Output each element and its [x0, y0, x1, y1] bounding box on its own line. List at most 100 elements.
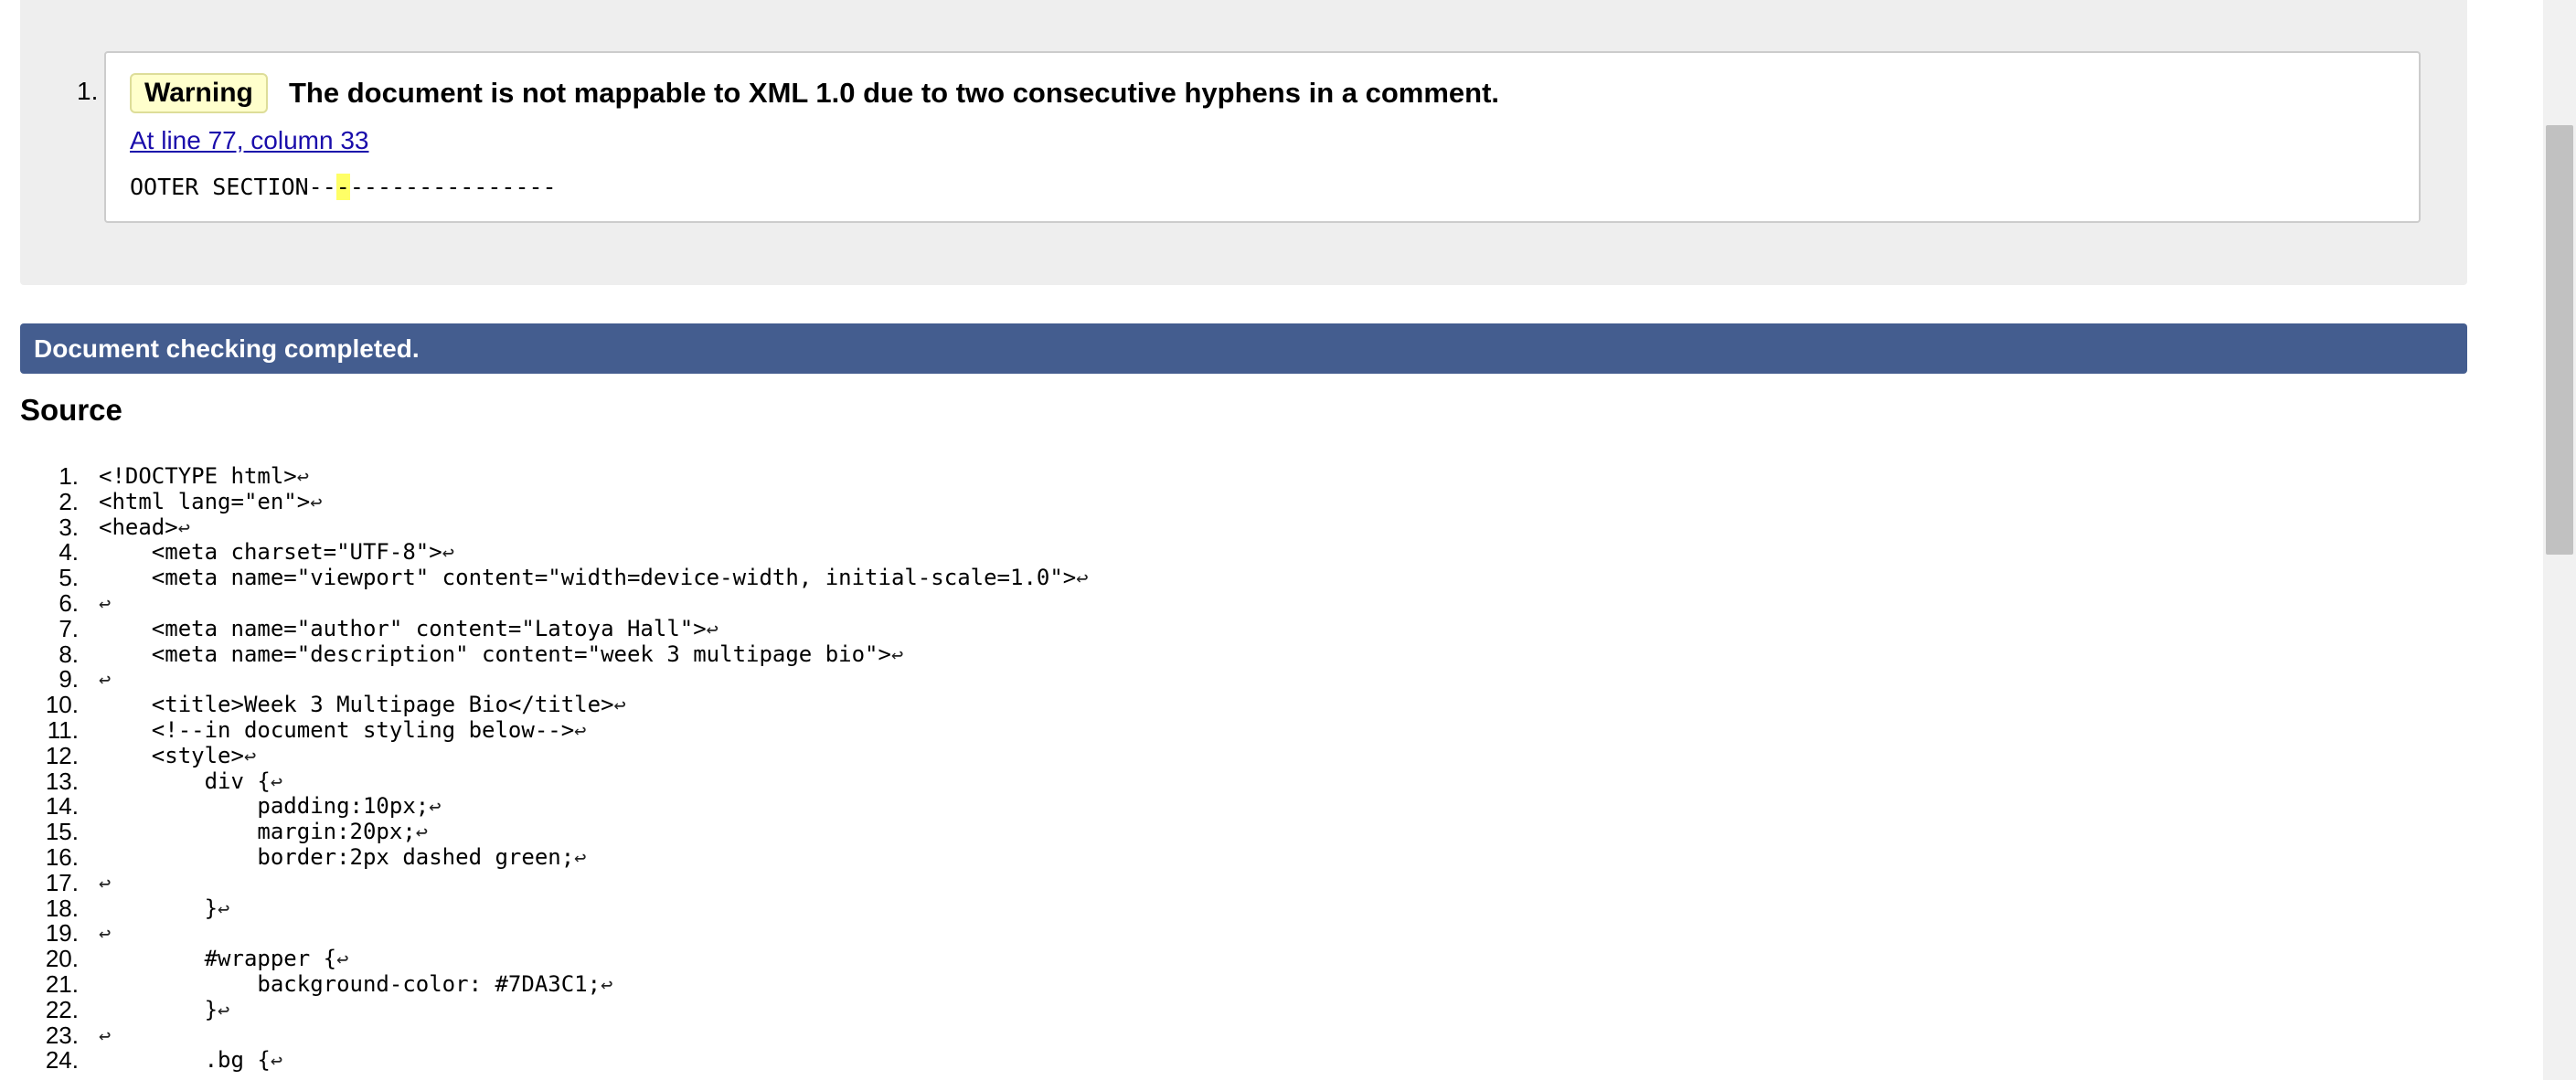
line-end-icon: ↩ [601, 973, 613, 997]
line-end-icon: ↩ [99, 592, 112, 616]
source-line-text: <meta charset="UTF-8"> [99, 539, 442, 566]
line-end-icon: ↩ [99, 669, 112, 693]
source-line-code: <title>Week 3 Multipage Bio</title>↩ [99, 692, 626, 719]
source-line-code: <!DOCTYPE html>↩ [99, 463, 309, 491]
source-line-text: margin:20px; [99, 819, 416, 845]
source-line-text: <style> [99, 742, 244, 768]
source-line-number: 19. [45, 919, 79, 948]
source-line: 15. margin:20px;↩ [0, 818, 2468, 846]
source-line-code: }↩ [99, 996, 230, 1024]
source-line-number: 8. [59, 640, 79, 668]
source-line: 19. ↩ [0, 921, 2468, 947]
source-line-number: 20. [45, 945, 79, 973]
source-line: 7. <meta name="author" content="Latoya H… [0, 614, 2468, 643]
source-line-text: } [99, 895, 218, 921]
source-line: 17. ↩ [0, 870, 2468, 897]
source-line: 5. <meta name="viewport" content="width=… [0, 565, 2468, 591]
line-end-icon: ↩ [706, 618, 719, 641]
source-line-number: 2. [59, 487, 79, 515]
source-line-code: <meta charset="UTF-8">↩ [99, 539, 454, 566]
source-heading: Source [20, 393, 122, 427]
source-line-text: <!DOCTYPE html> [99, 463, 297, 489]
source-line-code: ↩ [99, 667, 111, 694]
line-end-icon: ↩ [574, 719, 587, 743]
source-line-number: 22. [45, 995, 79, 1023]
source-line-code: <head>↩ [99, 514, 190, 542]
source-line-number: 4. [59, 538, 79, 566]
source-line-number: 10. [45, 691, 79, 719]
source-line-text: div { [99, 768, 271, 794]
source-line-code: <!--in document styling below-->↩ [99, 717, 587, 745]
source-line: 24. .bg {↩ [0, 1046, 2468, 1075]
source-line-text: <title>Week 3 Multipage Bio</title> [99, 692, 614, 718]
source-line: 1. <!DOCTYPE html>↩ [0, 463, 2468, 491]
message-number: 1. [77, 77, 99, 105]
source-line-text: } [99, 996, 218, 1022]
warning-message-text: The document is not mappable to XML 1.0 … [289, 77, 1500, 109]
source-line-number: 16. [45, 842, 79, 871]
source-line: 14. padding:10px;↩ [0, 793, 2468, 821]
source-line-number: 12. [45, 741, 79, 769]
source-line: 20. #wrapper {↩ [0, 945, 2468, 973]
source-line-code: ↩ [99, 1023, 111, 1050]
source-line-code: <html lang="en">↩ [99, 488, 323, 516]
line-end-icon: ↩ [99, 872, 112, 895]
source-line: 2. <html lang="en">↩ [0, 487, 2468, 516]
line-end-icon: ↩ [99, 1024, 112, 1048]
line-end-icon: ↩ [613, 694, 626, 718]
source-line-number: 3. [59, 513, 79, 541]
line-end-icon: ↩ [1076, 567, 1089, 591]
source-line-number: 7. [59, 614, 79, 642]
source-line: 6. ↩ [0, 588, 2468, 617]
line-end-icon: ↩ [99, 923, 112, 947]
source-line-number: 15. [45, 818, 79, 846]
source-line-code: }↩ [99, 895, 230, 923]
line-end-icon: ↩ [218, 999, 230, 1022]
line-end-icon: ↩ [442, 542, 454, 566]
source-line-code: <style>↩ [99, 742, 257, 770]
source-line-number: 6. [59, 588, 79, 617]
source-line: 3. <head>↩ [0, 513, 2468, 542]
line-end-icon: ↩ [415, 821, 429, 845]
source-line-number: 13. [45, 767, 79, 795]
source-line: 12. <style>↩ [0, 741, 2468, 770]
source-line-code: margin:20px;↩ [99, 819, 429, 846]
warning-badge: Warning [130, 73, 268, 113]
source-line: 10. <title>Week 3 Multipage Bio</title>↩ [0, 691, 2468, 719]
line-end-icon: ↩ [336, 948, 349, 972]
source-line-text: <meta name="author" content="Latoya Hall… [99, 615, 707, 641]
source-line-number: 23. [45, 1021, 79, 1049]
message-location-link[interactable]: At line 77, column 33 [130, 126, 369, 155]
source-line-text: .bg { [99, 1047, 271, 1074]
source-line-code: #wrapper {↩ [99, 946, 349, 973]
vertical-scrollbar-thumb[interactable] [2546, 125, 2573, 555]
source-line-code: ↩ [99, 921, 111, 948]
source-line-text: border:2px dashed green; [99, 843, 575, 870]
line-end-icon: ↩ [218, 897, 230, 921]
source-line-code: padding:10px;↩ [99, 793, 441, 821]
extract-highlight: - [335, 174, 350, 200]
source-line-code: border:2px dashed green;↩ [99, 843, 586, 872]
line-end-icon: ↩ [310, 491, 323, 514]
source-line-text: <html lang="en"> [99, 488, 311, 514]
source-line-code: <meta name="author" content="Latoya Hall… [99, 615, 719, 643]
source-line-text: <head> [99, 514, 178, 540]
source-line-number: 9. [59, 665, 79, 694]
status-bar: Document checking completed. [20, 323, 2467, 374]
source-line-code: background-color: #7DA3C1;↩ [99, 970, 613, 999]
source-line-code: ↩ [99, 871, 111, 897]
source-line-number: 11. [47, 715, 79, 744]
source-line-number: 24. [45, 1046, 79, 1075]
source-line: 23. ↩ [0, 1021, 2468, 1050]
source-line: 11. <!--in document styling below-->↩ [0, 715, 2468, 745]
source-line-text: <meta name="viewport" content="width=dev… [99, 565, 1077, 591]
source-line: 9. ↩ [0, 667, 2468, 693]
message-extract: OOTER SECTION------------------ [130, 172, 557, 203]
line-end-icon: ↩ [243, 745, 257, 768]
source-line: 4. <meta charset="UTF-8">↩ [0, 538, 2468, 566]
source-line: 21. background-color: #7DA3C1;↩ [0, 970, 2468, 999]
source-line: 18. }↩ [0, 895, 2468, 923]
source-line-text: background-color: #7DA3C1; [99, 970, 601, 997]
source-line: 13. div {↩ [0, 767, 2468, 795]
source-listing: 1. <!DOCTYPE html>↩ 2. <html lang="en">↩ 3. <… [0, 463, 2468, 1075]
